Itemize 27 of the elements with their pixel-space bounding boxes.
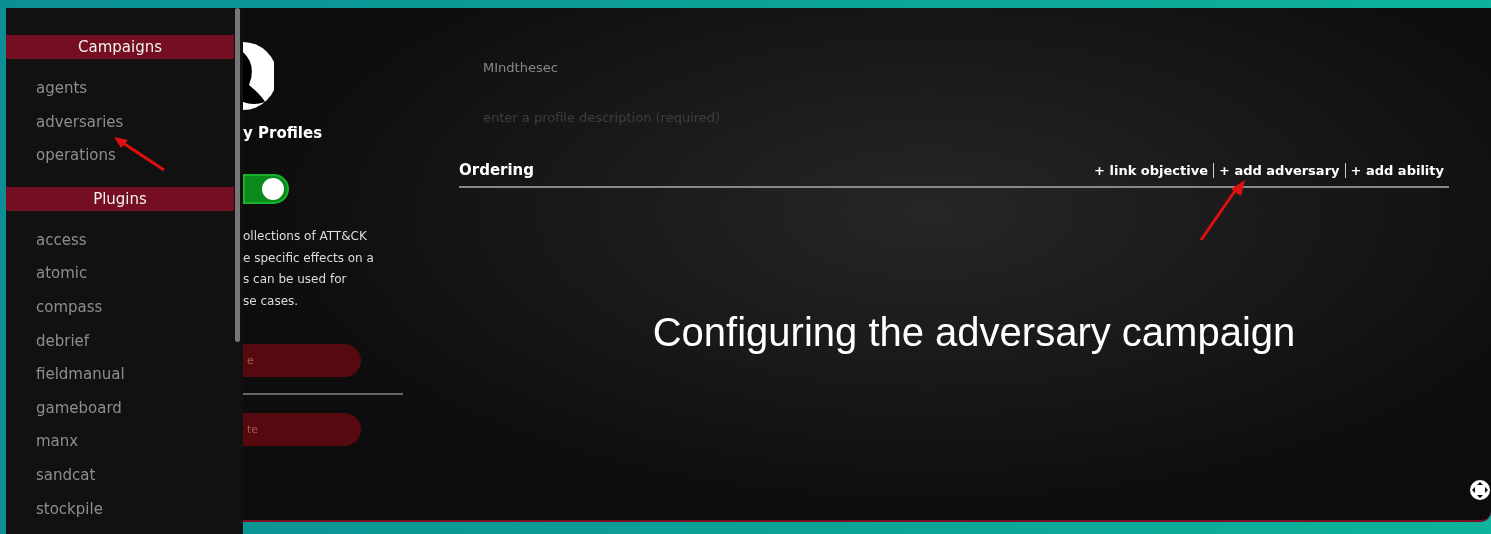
page-title: y Profiles <box>243 124 324 142</box>
sidebar-item[interactable]: manx <box>36 425 243 459</box>
sidebar-item[interactable]: fieldmanual <box>36 358 243 392</box>
section-header: Plugins <box>6 186 234 211</box>
sidebar-item[interactable]: adversaries <box>36 105 243 140</box>
sidebar-item[interactable]: stockpile <box>36 492 243 527</box>
sidebar-item[interactable]: agents <box>36 72 243 106</box>
caption-text: Configuring the adversary campaign <box>651 310 1297 355</box>
section-title: Ordering <box>459 161 534 179</box>
add-link[interactable]: + add adversary <box>1213 162 1345 178</box>
add-link[interactable]: + add ability <box>1344 162 1449 178</box>
move-icon[interactable] <box>1469 479 1491 501</box>
sidebar-item[interactable]: compass <box>36 290 243 325</box>
sidebar-item[interactable]: sandcat <box>36 458 243 493</box>
section-header: Campaigns <box>6 35 234 59</box>
sidebar-item[interactable]: operations <box>36 139 243 173</box>
scrollbar[interactable] <box>235 8 240 342</box>
sidebar-item[interactable]: atomic <box>36 257 243 291</box>
arrow-annotation <box>1197 178 1247 242</box>
sidebar-item[interactable]: debrief <box>36 324 243 359</box>
avatar-icon <box>243 40 274 112</box>
sidebar-item[interactable]: gameboard <box>36 391 243 426</box>
description-text: ollections of ATT&CK e specific effects on a s can be used for se cases. <box>243 228 375 310</box>
add-link[interactable]: + link objective <box>1089 162 1213 178</box>
toggle-switch[interactable] <box>243 174 289 204</box>
name-field[interactable]: MIndthesec <box>459 56 1007 78</box>
sidebar-item[interactable]: access <box>36 223 243 258</box>
